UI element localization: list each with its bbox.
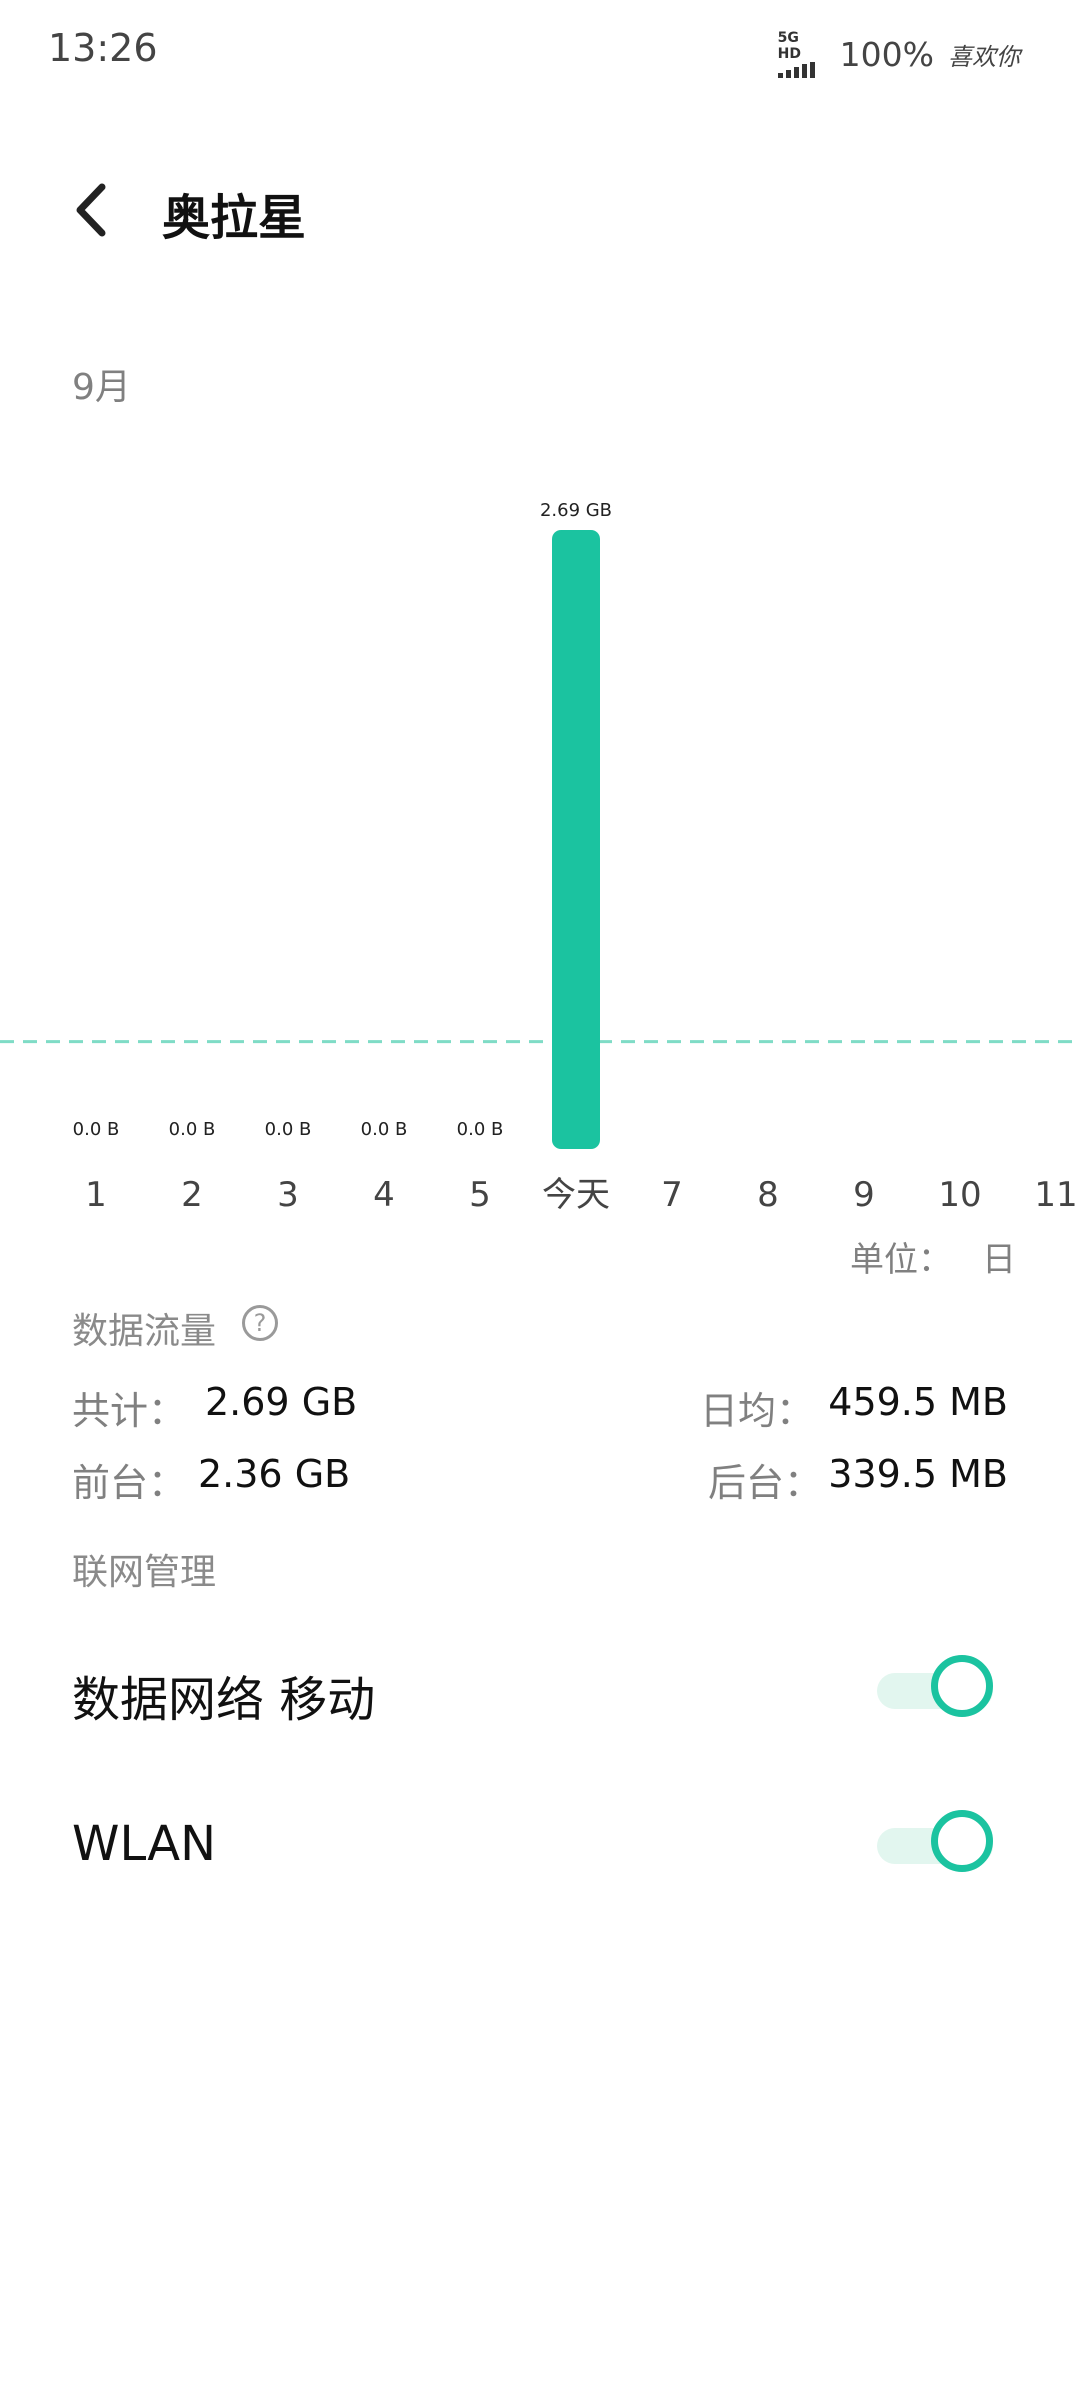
network-mgmt-section-label: 联网管理 bbox=[72, 1552, 217, 1593]
data-label-3: 0.0 B bbox=[361, 1119, 408, 1140]
unit-row: 单位： 日 bbox=[850, 1232, 1016, 1281]
daily-avg-value: 459.5 MB bbox=[828, 1380, 1008, 1424]
x-tick-4: 5 bbox=[469, 1175, 491, 1215]
mobile-data-label: 数据网络 移动 bbox=[72, 1672, 376, 1728]
toggle-knob bbox=[931, 1810, 993, 1872]
x-tick-9: 10 bbox=[938, 1175, 981, 1215]
data-usage-section-label: 数据流量 bbox=[72, 1311, 217, 1352]
status-icons: 5G HD 100% 喜欢你 bbox=[777, 30, 1020, 78]
x-tick-8: 9 bbox=[853, 1175, 875, 1215]
back-button[interactable] bbox=[60, 175, 120, 245]
unit-label: 单位： bbox=[850, 1240, 952, 1280]
x-tick-1: 2 bbox=[181, 1175, 203, 1215]
status-signature: 喜欢你 bbox=[948, 42, 1020, 71]
battery-text: 100% bbox=[839, 34, 934, 74]
x-tick-5: 今天 bbox=[542, 1175, 610, 1215]
question-circle-icon[interactable]: ? bbox=[242, 1305, 278, 1341]
bar-5 bbox=[552, 530, 600, 1149]
status-time: 13:26 bbox=[48, 26, 158, 70]
wlan-label: WLAN bbox=[72, 1816, 217, 1872]
usage-bar-chart: 0.0 B 1 0.0 B 2 0.0 B 3 0.0 B 4 0.0 B 5 2.69 GB 今天 7… bbox=[0, 500, 1080, 1215]
wlan-toggle[interactable] bbox=[877, 1810, 1001, 1880]
signal-icon: 5G HD bbox=[777, 30, 826, 78]
foreground-value: 2.36 GB bbox=[198, 1452, 351, 1496]
foreground-label: 前台： bbox=[72, 1461, 187, 1505]
toggle-knob bbox=[931, 1655, 993, 1717]
background-value: 339.5 MB bbox=[828, 1452, 1008, 1496]
x-tick-7: 8 bbox=[757, 1175, 779, 1215]
mobile-data-toggle[interactable] bbox=[877, 1655, 1001, 1725]
background-label: 后台： bbox=[708, 1461, 823, 1505]
total-label: 共计： bbox=[72, 1389, 187, 1433]
x-tick-3: 4 bbox=[373, 1175, 395, 1215]
x-tick-2: 3 bbox=[277, 1175, 299, 1215]
x-tick-6: 7 bbox=[661, 1175, 683, 1215]
network-type-label: 5G HD bbox=[777, 30, 801, 62]
signal-bars-icon bbox=[777, 62, 815, 78]
data-label-1: 0.0 B bbox=[169, 1119, 216, 1140]
data-label-5: 2.69 GB bbox=[540, 500, 612, 521]
data-label-2: 0.0 B bbox=[265, 1119, 312, 1140]
unit-value: 日 bbox=[982, 1240, 1016, 1280]
x-tick-10: 11 bbox=[1034, 1175, 1077, 1215]
total-value: 2.69 GB bbox=[205, 1380, 358, 1424]
data-label-0: 0.0 B bbox=[73, 1119, 120, 1140]
month-label: 9月 bbox=[72, 367, 131, 408]
data-label-4: 0.0 B bbox=[457, 1119, 504, 1140]
daily-avg-label: 日均： bbox=[700, 1389, 815, 1433]
chevron-left-icon bbox=[76, 183, 106, 237]
page-title: 奥拉星 bbox=[162, 190, 307, 246]
x-tick-0: 1 bbox=[85, 1175, 107, 1215]
